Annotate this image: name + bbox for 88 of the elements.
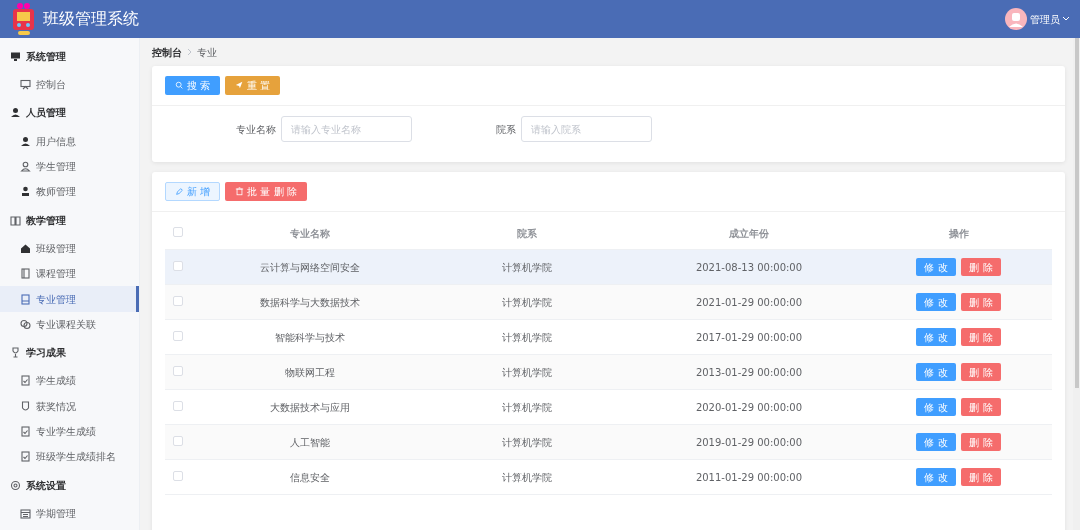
table-cell: 计算机学院	[502, 401, 552, 413]
sidebar-item[interactable]: 专业管理	[0, 286, 139, 312]
sidebar-item[interactable]: 专业课程关联	[0, 311, 139, 338]
table-cell: 计算机学院	[502, 331, 552, 343]
sidebar-item[interactable]: 班级学生成绩排名	[0, 444, 139, 470]
presentation-icon	[20, 79, 31, 91]
table-cell: 计算机学院	[502, 366, 552, 378]
sidebar-item[interactable]: 学生成绩	[0, 368, 139, 394]
table-cell: 计算机学院	[502, 261, 552, 273]
person-icon	[20, 135, 31, 147]
checkbox[interactable]	[173, 227, 183, 237]
search-icon	[175, 81, 184, 90]
person-icon	[20, 186, 31, 198]
table-row[interactable]: 人工智能 计算机学院 2019-01-29 00:00:00 修 改 删 除	[165, 425, 1052, 460]
table-cell: 计算机学院	[502, 296, 552, 308]
menu-group-label: 人员管理	[26, 106, 66, 121]
house-icon	[20, 242, 31, 254]
table-cell: 2021-08-13 00:00:00	[695, 261, 803, 273]
table-cell: 2011-01-29 00:00:00	[695, 471, 803, 483]
caret-icon[interactable]	[1062, 16, 1070, 22]
monitor-icon	[10, 51, 21, 62]
sidebar-item[interactable]: 教师管理	[0, 179, 139, 205]
chat-icon	[20, 318, 31, 330]
column-header: 专业名称	[290, 228, 330, 239]
column-header: 成立年份	[729, 228, 769, 239]
document-check-icon	[20, 451, 31, 463]
document-check-icon	[20, 375, 31, 387]
table-cell: 云计算与网络空间安全	[260, 261, 360, 273]
table-cell: 数据科学与大数据技术	[260, 296, 360, 308]
sidebar-item[interactable]: 课程管理	[0, 260, 139, 287]
table-cell: 2020-01-29 00:00:00	[695, 401, 803, 413]
table-cell: 2017-01-29 00:00:00	[695, 331, 803, 343]
menu-group-label: 教学管理	[26, 213, 66, 228]
menu-group-label: 学习成果	[26, 346, 66, 361]
sidebar-item[interactable]: 获奖情况	[0, 393, 139, 419]
table-cell: 智能科学与技术	[275, 331, 345, 343]
chevron-icon	[187, 48, 192, 56]
calendar-icon	[20, 507, 31, 519]
sidebar-item[interactable]: 班级管理	[0, 235, 139, 261]
field-label: 院系	[496, 122, 516, 137]
table-cell: 人工智能	[290, 436, 330, 448]
menu-group-label: 系统设置	[26, 478, 66, 493]
checkbox[interactable]	[173, 330, 183, 341]
sidebar-item[interactable]: 学期管理	[0, 500, 139, 527]
trophy-icon	[10, 347, 21, 359]
menu-group-label: 系统管理	[26, 50, 66, 64]
table-cell: 2013-01-29 00:00:00	[695, 366, 803, 378]
person-outline-icon	[20, 160, 31, 172]
checkbox[interactable]	[173, 400, 183, 411]
medal-icon	[20, 400, 31, 412]
checkbox[interactable]	[173, 365, 183, 376]
table-row[interactable]: 信息安全 计算机学院 2011-01-29 00:00:00 修 改 删 除	[165, 460, 1052, 495]
document-check-icon	[20, 426, 31, 438]
table-cell: 信息安全	[290, 471, 330, 483]
breadcrumb-item: 专业	[197, 45, 217, 60]
checkbox[interactable]	[173, 435, 183, 446]
trash-icon	[235, 187, 245, 196]
sidebar-item[interactable]: 专业学生成绩	[0, 418, 139, 445]
checkbox[interactable]	[173, 295, 183, 306]
table-row[interactable]: 云计算与网络空间安全 计算机学院 2021-08-13 00:00:00 修 改 删 除	[165, 250, 1052, 285]
table-cell: 2021-01-29 00:00:00	[695, 296, 803, 308]
checkbox[interactable]	[173, 470, 183, 481]
send-icon	[235, 81, 245, 90]
table-cell: 大数据技术与应用	[270, 401, 350, 413]
sidebar-item[interactable]: 用户信息	[0, 128, 139, 154]
table-cell: 计算机学院	[502, 471, 552, 483]
scrollbar[interactable]	[1073, 38, 1080, 530]
user-name[interactable]: 管理员	[1029, 11, 1060, 27]
avatar-icon	[1005, 8, 1027, 30]
breadcrumb-item[interactable]: 控制台	[152, 44, 182, 60]
column-header: 操作	[948, 228, 969, 239]
notebook-icon	[20, 293, 31, 305]
table-cell: 物联网工程	[285, 366, 335, 378]
table-row[interactable]: 物联网工程 计算机学院 2013-01-29 00:00:00 修 改 删 除	[165, 355, 1052, 390]
table-cell: 计算机学院	[502, 436, 552, 448]
table-cell: 2019-01-29 00:00:00	[695, 436, 803, 448]
field-label: 专业名称	[236, 122, 276, 137]
checkbox[interactable]	[173, 260, 183, 271]
gear-icon	[10, 479, 21, 491]
person-icon	[10, 107, 21, 119]
pencil-icon	[175, 187, 184, 196]
book-icon	[10, 214, 21, 226]
book-icon	[20, 268, 31, 280]
column-header: 院系	[517, 228, 537, 239]
sidebar-item[interactable]: 控制台	[0, 72, 139, 98]
app-title: 班级管理系统	[43, 8, 139, 30]
table-row[interactable]: 数据科学与大数据技术 计算机学院 2021-01-29 00:00:00 修 改 删 除	[165, 285, 1052, 320]
sidebar-item[interactable]: 学生管理	[0, 153, 139, 180]
